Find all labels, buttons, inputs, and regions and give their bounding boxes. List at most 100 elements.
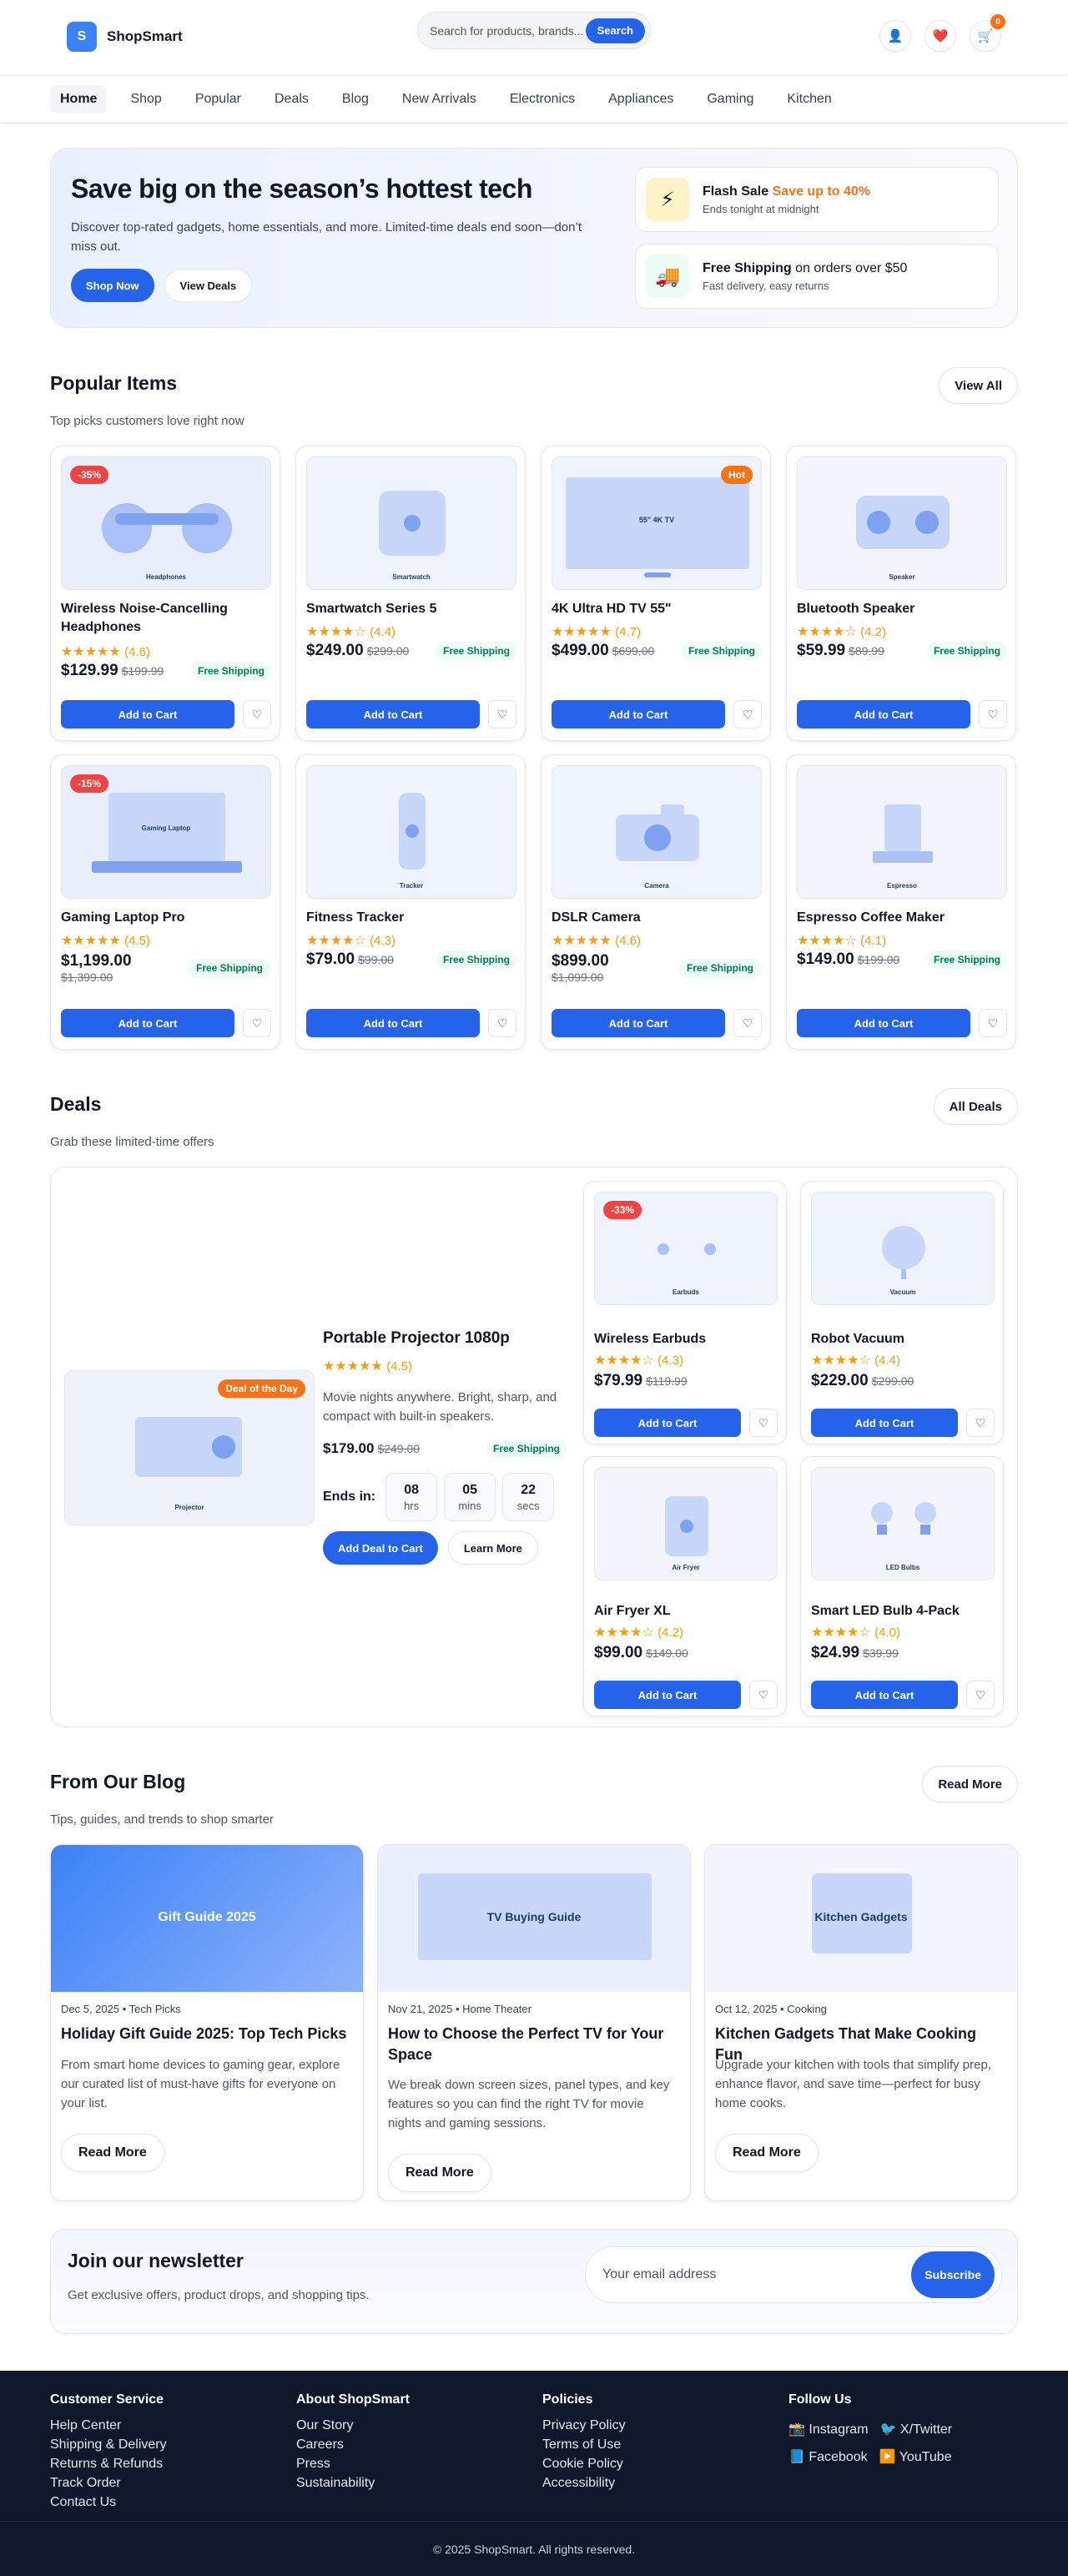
product-card[interactable]: -15% Gaming Laptop Gaming Laptop Pro ★★★… bbox=[50, 754, 280, 1050]
product-card[interactable]: Smartwatch Smartwatch Series 5 ★★★★☆ (4.… bbox=[295, 446, 526, 741]
add-to-cart-button[interactable]: Add to Cart bbox=[811, 1681, 958, 1709]
search-input[interactable] bbox=[430, 23, 586, 38]
nav-deals[interactable]: Deals bbox=[264, 85, 319, 113]
cart-icon[interactable]: 🛒 0 bbox=[970, 14, 1005, 52]
footer-link[interactable]: Accessibility bbox=[542, 2473, 626, 2493]
deal-card[interactable]: LED Bulbs Smart LED Bulb 4-Pack ★★★★☆ (4… bbox=[800, 1456, 1004, 1716]
nav-home[interactable]: Home bbox=[50, 85, 108, 113]
subscribe-button[interactable]: Subscribe bbox=[911, 2251, 995, 2298]
deal-card[interactable]: -33% Earbuds Wireless Earbuds ★★★★☆ (4.3… bbox=[583, 1181, 787, 1444]
book-icon: 📘 bbox=[788, 2450, 805, 2464]
newsletter-panel: Join our newsletter Get exclusive offers… bbox=[50, 2229, 1018, 2334]
discount-badge: -35% bbox=[70, 466, 109, 484]
heart-icon[interactable]: ♡ bbox=[733, 1009, 762, 1037]
heart-icon[interactable]: ♡ bbox=[966, 1681, 995, 1709]
account-icon[interactable]: 👤 bbox=[879, 20, 911, 52]
deal-card[interactable]: Vacuum Robot Vacuum ★★★★☆ (4.4) $229.00 $… bbox=[800, 1181, 1004, 1444]
site-footer: Customer Service Help Center Shipping & … bbox=[0, 2371, 1068, 2576]
add-to-cart-button[interactable]: Add to Cart bbox=[552, 1009, 725, 1037]
nav-gaming[interactable]: Gaming bbox=[697, 85, 763, 113]
product-price: $179.00 bbox=[323, 1440, 375, 1456]
image-caption: 55" 4K TV bbox=[638, 516, 675, 524]
nav-blog[interactable]: Blog bbox=[332, 85, 379, 113]
footer-link[interactable]: Privacy Policy bbox=[542, 2416, 626, 2435]
heart-icon[interactable]: ♡ bbox=[488, 1009, 516, 1037]
facebook-link[interactable]: 📘 Facebook bbox=[788, 2443, 868, 2471]
shop-now-button[interactable]: Shop Now bbox=[71, 269, 154, 302]
blog-card[interactable]: Gift Guide 2025 Dec 5, 2025 • Tech Picks… bbox=[50, 1844, 364, 2201]
play-icon: ▶️ bbox=[879, 2450, 896, 2464]
learn-more-button[interactable]: Learn More bbox=[447, 1531, 538, 1565]
twitter-link[interactable]: 🐦 X/Twitter bbox=[880, 2416, 953, 2443]
logo[interactable]: S ShopSmart bbox=[67, 22, 183, 52]
heart-icon[interactable]: ♡ bbox=[243, 700, 271, 728]
email-field[interactable] bbox=[602, 2267, 912, 2282]
add-to-cart-button[interactable]: Add to Cart bbox=[61, 1009, 234, 1037]
blog-card[interactable]: TV Buying Guide Nov 21, 2025 • Home Thea… bbox=[377, 1844, 691, 2201]
add-to-cart-button[interactable]: Add to Cart bbox=[552, 700, 725, 728]
heart-icon[interactable]: ♡ bbox=[749, 1409, 778, 1437]
old-price: $1,399.00 bbox=[61, 970, 113, 984]
product-card[interactable]: Espresso Espresso Coffee Maker ★★★★☆ (4.… bbox=[786, 754, 1016, 1050]
footer-link[interactable]: Sustainability bbox=[296, 2473, 410, 2493]
promo-flash-highlight: Save up to 40% bbox=[772, 184, 870, 199]
nav-appliances[interactable]: Appliances bbox=[598, 85, 683, 113]
add-to-cart-button[interactable]: Add to Cart bbox=[797, 700, 970, 728]
heart-icon[interactable]: ♡ bbox=[749, 1681, 778, 1709]
footer-link[interactable]: Returns & Refunds bbox=[50, 2454, 167, 2473]
footer-link[interactable]: Cookie Policy bbox=[542, 2454, 626, 2473]
free-shipping-badge: Free Shipping bbox=[190, 662, 271, 680]
blog-card[interactable]: Kitchen Gadgets Oct 12, 2025 • Cooking K… bbox=[704, 1844, 1018, 2201]
search-button[interactable]: Search bbox=[585, 18, 645, 43]
product-card[interactable]: Tracker Fitness Tracker ★★★★☆ (4.3) $79.… bbox=[295, 754, 526, 1050]
heart-icon[interactable]: ♡ bbox=[979, 1009, 1007, 1037]
read-more-button[interactable]: Read More bbox=[388, 2154, 491, 2192]
add-deal-to-cart-button[interactable]: Add Deal to Cart bbox=[323, 1531, 438, 1565]
footer-link[interactable]: Terms of Use bbox=[542, 2435, 626, 2454]
old-price: $119.99 bbox=[646, 1374, 688, 1388]
nav-electronics[interactable]: Electronics bbox=[500, 85, 585, 113]
footer-link[interactable]: Contact Us bbox=[50, 2493, 167, 2512]
flash-sale-promo[interactable]: ⚡ Flash Sale Save up to 40% Ends tonight… bbox=[635, 167, 999, 232]
read-more-button[interactable]: Read More bbox=[61, 2134, 164, 2172]
youtube-link[interactable]: ▶️ YouTube bbox=[879, 2443, 952, 2471]
heart-icon[interactable]: ♡ bbox=[243, 1009, 271, 1037]
old-price: $1,099.00 bbox=[552, 970, 604, 984]
view-deals-button[interactable]: View Deals bbox=[164, 269, 253, 302]
footer-link[interactable]: Our Story bbox=[296, 2416, 410, 2435]
nav-shop[interactable]: Shop bbox=[120, 85, 171, 113]
nav-popular[interactable]: Popular bbox=[185, 85, 251, 113]
footer-link[interactable]: Press bbox=[296, 2454, 410, 2473]
heart-icon[interactable]: ♡ bbox=[733, 700, 762, 728]
add-to-cart-button[interactable]: Add to Cart bbox=[61, 700, 234, 728]
read-more-button[interactable]: Read More bbox=[715, 2134, 819, 2172]
all-deals-button[interactable]: All Deals bbox=[933, 1088, 1018, 1125]
add-to-cart-button[interactable]: Add to Cart bbox=[811, 1409, 958, 1437]
footer-link[interactable]: Track Order bbox=[50, 2473, 167, 2493]
product-card[interactable]: Camera DSLR Camera ★★★★★ (4.6) $899.00 $1… bbox=[541, 754, 771, 1050]
blog-read-more-button[interactable]: Read More bbox=[922, 1766, 1018, 1802]
heart-icon[interactable]: ♡ bbox=[966, 1409, 995, 1437]
copyright: © 2025 ShopSmart. All rights reserved. bbox=[0, 2521, 1068, 2556]
deal-card[interactable]: Air Fryer Air Fryer XL ★★★★☆ (4.2) $99.0… bbox=[583, 1456, 787, 1716]
view-all-button[interactable]: View All bbox=[939, 367, 1018, 404]
footer-link[interactable]: Shipping & Delivery bbox=[50, 2435, 167, 2454]
product-card[interactable]: Speaker Bluetooth Speaker ★★★★☆ (4.2) $5… bbox=[786, 446, 1016, 741]
add-to-cart-button[interactable]: Add to Cart bbox=[594, 1409, 741, 1437]
product-card[interactable]: Hot 55" 4K TV 4K Ultra HD TV 55" ★★★★★ (… bbox=[541, 446, 771, 741]
heart-icon[interactable]: ♡ bbox=[979, 700, 1007, 728]
add-to-cart-button[interactable]: Add to Cart bbox=[594, 1681, 741, 1709]
heart-icon[interactable]: ♡ bbox=[488, 700, 516, 728]
nav-new-arrivals[interactable]: New Arrivals bbox=[392, 85, 486, 113]
rating-stars: ★★★★☆ bbox=[797, 625, 857, 639]
nav-kitchen[interactable]: Kitchen bbox=[777, 85, 841, 113]
add-to-cart-button[interactable]: Add to Cart bbox=[306, 1009, 480, 1037]
add-to-cart-button[interactable]: Add to Cart bbox=[797, 1009, 970, 1037]
free-shipping-promo[interactable]: 🚚 Free Shipping on orders over $50 Fast … bbox=[635, 244, 999, 309]
instagram-link[interactable]: 📸 Instagram bbox=[788, 2416, 869, 2443]
footer-link[interactable]: Careers bbox=[296, 2435, 410, 2454]
add-to-cart-button[interactable]: Add to Cart bbox=[306, 700, 480, 728]
footer-link[interactable]: Help Center bbox=[50, 2416, 167, 2435]
wishlist-icon[interactable]: ❤️ bbox=[924, 20, 956, 52]
product-card[interactable]: -35% Headphones Wireless Noise-Cancellin… bbox=[50, 446, 280, 741]
